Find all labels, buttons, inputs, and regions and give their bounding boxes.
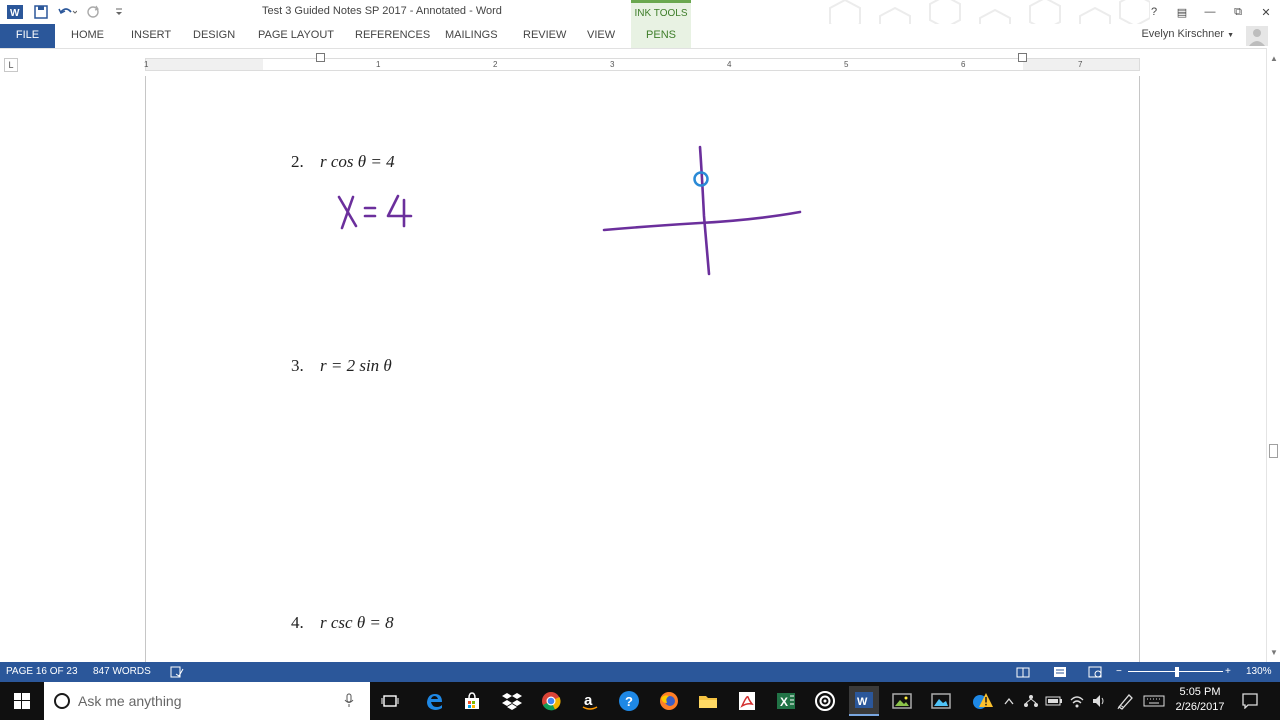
windows-ink-icon[interactable] [1113,682,1137,720]
ribbon-tab-bar: FILE HOME INSERT DESIGN PAGE LAYOUT REFE… [0,24,1280,48]
dropbox-icon[interactable] [497,686,527,716]
word-taskbar-icon[interactable]: W [849,686,879,716]
title-bar: W Test 3 Guided Notes SP 2017 - Annotate… [0,0,1280,44]
zoom-slider-thumb[interactable] [1175,667,1179,677]
ruler-number: 4 [727,60,732,69]
store-icon[interactable] [457,686,487,716]
scroll-down-icon[interactable]: ▼ [1267,646,1280,660]
clock-date: 2/26/2017 [1175,701,1225,713]
get-help-icon[interactable]: ? [614,686,644,716]
document-canvas[interactable]: 2. r cos θ = 4 3. r = 2 sin θ 4. r csc θ = … [0,76,1266,662]
right-indent-marker[interactable] [1018,53,1027,62]
tab-page-layout[interactable]: PAGE LAYOUT [258,24,334,48]
microphone-icon[interactable] [344,693,354,710]
edge-icon[interactable] [419,686,449,716]
window-controls: ? ▤ — ⧉ ✕ [1140,0,1280,24]
word-count[interactable]: 847 WORDS [93,662,151,682]
svg-text:W: W [10,8,20,19]
ruler-number: 5 [844,60,849,69]
warning-icon[interactable] [967,682,997,720]
ruler-row: L 1 1 2 3 4 5 6 7 [0,48,1280,76]
ruler-number: 1 [144,60,149,69]
help-icon[interactable]: ? [1140,0,1168,24]
svg-text:?: ? [625,694,633,709]
ribbon-display-options-icon[interactable]: ▤ [1168,0,1196,24]
user-name-label: Evelyn Kirschner [1141,28,1224,40]
wifi-icon[interactable] [1066,682,1088,720]
svg-text:W: W [857,696,868,708]
touch-keyboard-icon[interactable] [1141,682,1167,720]
ruler-number: 1 [376,60,381,69]
redo-icon[interactable] [82,1,104,23]
tab-insert[interactable]: INSERT [131,24,171,48]
battery-icon[interactable] [1043,682,1065,720]
system-clock[interactable]: 5:05 PM 2/26/2017 [1168,685,1232,715]
horizontal-ruler[interactable]: 1 1 2 3 4 5 6 7 [144,53,1140,71]
tab-file[interactable]: FILE [0,24,55,48]
amazon-icon[interactable]: a [575,686,605,716]
chevron-down-icon: ▼ [1227,32,1234,39]
undo-icon[interactable] [56,1,78,23]
ruler-number: 6 [961,60,966,69]
tab-review[interactable]: REVIEW [523,24,566,48]
show-hidden-icons-icon[interactable] [1000,682,1018,720]
cortana-search-input[interactable]: Ask me anything [44,682,370,720]
indent-marker[interactable] [316,53,325,62]
ink-tools-tab-group: INK TOOLS [631,0,691,24]
tab-references[interactable]: REFERENCES [355,24,430,48]
firefox-icon[interactable] [654,686,684,716]
ink-coordinate-axes [602,145,802,276]
ink-handwriting-x-equals-4 [337,194,413,230]
tab-design[interactable]: DESIGN [193,24,235,48]
quick-access-toolbar: W [0,0,130,24]
acrobat-icon[interactable] [732,686,762,716]
network-devices-icon[interactable] [1020,682,1042,720]
scroll-thumb[interactable] [1269,444,1278,458]
word-app-icon[interactable]: W [4,1,26,23]
svg-text:a: a [584,692,593,709]
customize-qat-icon[interactable] [108,1,130,23]
tab-view[interactable]: VIEW [587,24,615,48]
task-view-icon[interactable] [375,686,405,716]
zoom-in-button[interactable]: + [1225,662,1231,682]
vertical-scrollbar[interactable]: ▲ ▼ [1266,48,1280,662]
page-count[interactable]: PAGE 16 OF 23 [6,662,78,682]
volume-icon[interactable] [1088,682,1110,720]
tab-pens[interactable]: PENS [631,24,691,48]
ruler-number: 2 [493,60,498,69]
search-placeholder: Ask me anything [78,693,182,709]
scroll-up-icon[interactable]: ▲ [1267,52,1280,66]
zoom-level[interactable]: 130% [1246,662,1272,682]
svg-text:X: X [780,695,788,709]
photos-icon[interactable] [887,686,917,716]
tab-mailings[interactable]: MAILINGS [445,24,498,48]
media-app-icon[interactable] [926,686,956,716]
word-window: W Test 3 Guided Notes SP 2017 - Annotate… [0,0,1280,720]
restore-icon[interactable]: ⧉ [1224,0,1252,24]
action-center-icon[interactable] [1236,682,1264,720]
document-title: Test 3 Guided Notes SP 2017 - Annotated … [262,5,502,17]
user-account-name[interactable]: Evelyn Kirschner ▼ [1141,28,1234,40]
ruler-number: 7 [1078,60,1083,69]
windows-taskbar: Ask me anything a ? X W 5:05 PM 2/26/201… [0,682,1280,720]
ruler-number: 3 [610,60,615,69]
minimize-icon[interactable]: — [1196,0,1224,24]
status-bar: PAGE 16 OF 23 847 WORDS − + 130% [0,662,1280,682]
zoom-out-button[interactable]: − [1116,662,1122,682]
close-icon[interactable]: ✕ [1252,0,1280,24]
windows-start-icon[interactable] [0,682,44,720]
file-explorer-icon[interactable] [693,686,723,716]
cortana-icon [54,693,70,709]
tab-home[interactable]: HOME [71,24,104,48]
chrome-icon[interactable] [536,686,566,716]
clock-time: 5:05 PM [1179,686,1221,698]
excel-icon[interactable]: X [771,686,801,716]
target-app-icon[interactable] [810,686,840,716]
ink-annotations [337,145,802,276]
save-icon[interactable] [30,1,52,23]
tab-selector[interactable]: L [4,58,18,72]
avatar[interactable] [1246,26,1268,46]
